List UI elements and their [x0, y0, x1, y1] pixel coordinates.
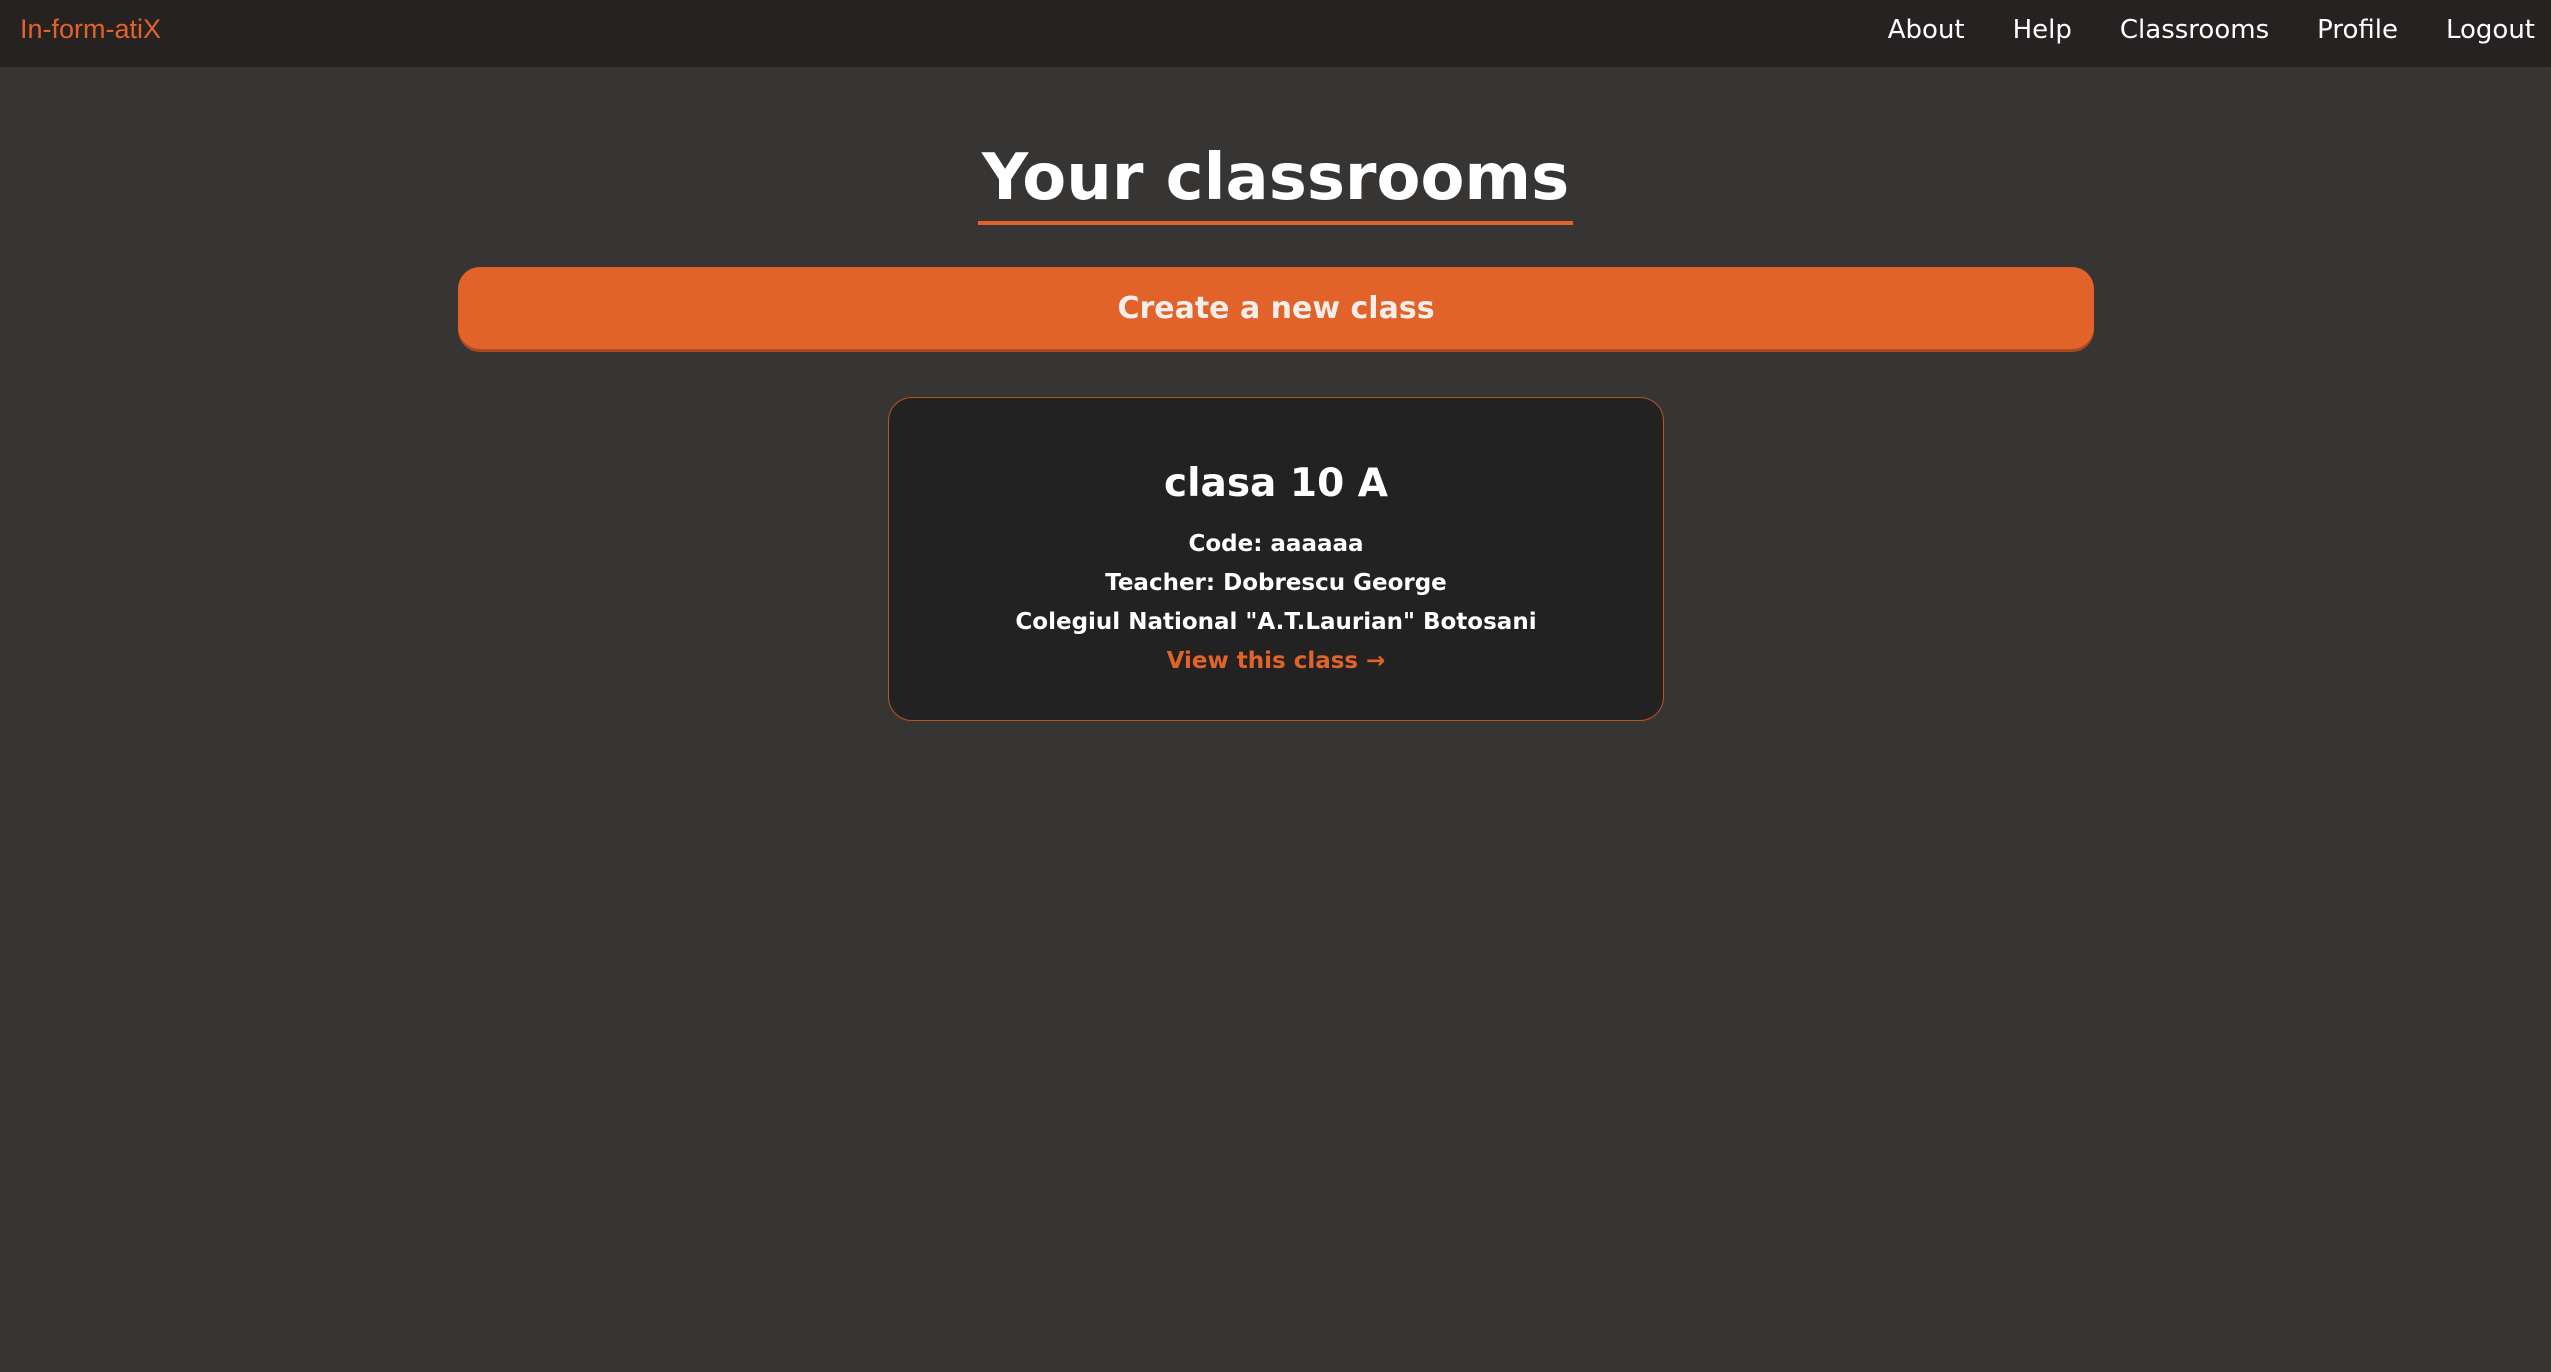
- classroom-code: Code: aaaaaa: [1188, 531, 1364, 557]
- page-title-container: Your classrooms: [0, 143, 2551, 226]
- nav-profile-link[interactable]: Profile: [2317, 15, 2398, 45]
- nav-about-link[interactable]: About: [1888, 15, 1965, 45]
- create-class-button[interactable]: Create a new class: [458, 267, 2094, 349]
- nav-links: About Help Classrooms Profile Logout: [1840, 0, 2535, 60]
- page-title: Your classrooms: [977, 143, 1574, 226]
- top-navbar: In-form-atiX About Help Classrooms Profi…: [0, 0, 2551, 67]
- classroom-name: clasa 10 A: [1164, 461, 1388, 506]
- nav-logout-link[interactable]: Logout: [2446, 15, 2535, 45]
- brand-logo-link[interactable]: In-form-atiX: [20, 0, 161, 58]
- classroom-teacher: Teacher: Dobrescu George: [1105, 570, 1447, 596]
- view-class-link[interactable]: View this class →: [1167, 642, 1386, 680]
- classroom-school: Colegiul National "A.T.Laurian" Botosani: [1015, 609, 1537, 635]
- classroom-card: clasa 10 A Code: aaaaaa Teacher: Dobresc…: [888, 397, 1664, 721]
- nav-help-link[interactable]: Help: [2013, 15, 2072, 45]
- nav-classrooms-link[interactable]: Classrooms: [2120, 15, 2269, 45]
